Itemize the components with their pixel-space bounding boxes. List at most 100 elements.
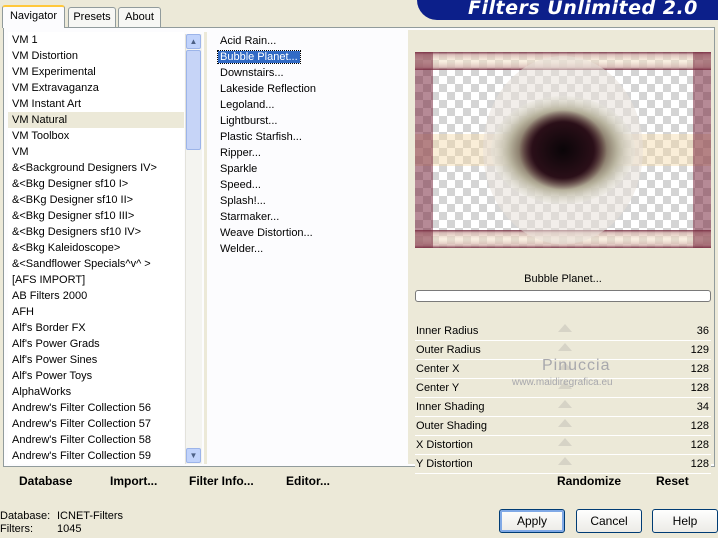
filter-item-label: Splash!...: [220, 195, 266, 207]
filter-item[interactable]: Lightburst...: [216, 113, 406, 129]
filter-item-label: Bubble Planet...: [217, 50, 301, 64]
category-item[interactable]: Alf's Power Sines: [8, 352, 184, 368]
filter-item-label: Weave Distortion...: [220, 227, 313, 239]
category-item[interactable]: AFH: [8, 304, 184, 320]
category-item[interactable]: VM Extravaganza: [8, 80, 184, 96]
filter-item[interactable]: Legoland...: [216, 97, 406, 113]
param-value: 128: [690, 439, 709, 451]
category-item[interactable]: &<Bkg Kaleidoscope>: [8, 240, 184, 256]
param-slider[interactable]: Inner Radius 36: [415, 322, 711, 341]
category-item[interactable]: Andrew's Filter Collection 59: [8, 448, 184, 464]
filter-list[interactable]: Acid Rain... Bubble Planet... Downstairs..…: [216, 33, 406, 463]
category-item[interactable]: VM Distortion: [8, 48, 184, 64]
category-item[interactable]: &<Bkg Designer sf10 III>: [8, 208, 184, 224]
filter-item[interactable]: Splash!...: [216, 193, 406, 209]
slider-marker-icon: [558, 419, 572, 427]
filters-count: 1045: [57, 523, 82, 535]
category-scrollbar[interactable]: ▲ ▼: [185, 34, 202, 464]
tab-navigator[interactable]: Navigator: [2, 5, 65, 28]
category-item[interactable]: VM Experimental: [8, 64, 184, 80]
filter-item-label: Lakeside Reflection: [220, 83, 317, 95]
filter-item[interactable]: Welder...: [216, 241, 406, 257]
category-item[interactable]: Andrew's Filter Collection 58: [8, 432, 184, 448]
param-value: 36: [696, 325, 709, 337]
category-item[interactable]: &<Bkg Designers sf10 IV>: [8, 224, 184, 240]
category-item[interactable]: AlphaWorks: [8, 384, 184, 400]
category-item[interactable]: AB Filters 2000: [8, 288, 184, 304]
category-item[interactable]: VM: [8, 144, 184, 160]
tab-presets[interactable]: Presets: [68, 7, 116, 27]
database-label: Database:: [0, 510, 51, 522]
progress-bar: [415, 290, 711, 302]
category-item[interactable]: &<Bkg Designer sf10 I>: [8, 176, 184, 192]
category-item[interactable]: VM Natural: [8, 112, 184, 128]
parameter-list[interactable]: Inner Radius 36 Outer Radius 129 Center X 128…: [415, 322, 711, 474]
category-item[interactable]: VM Toolbox: [8, 128, 184, 144]
param-label: Inner Radius: [416, 325, 479, 337]
filter-item[interactable]: Sparkle: [216, 161, 406, 177]
slider-marker-icon: [558, 438, 572, 446]
reset-button[interactable]: Reset: [656, 471, 689, 491]
category-item[interactable]: Alf's Power Toys: [8, 368, 184, 384]
category-item[interactable]: Alf's Border FX: [8, 320, 184, 336]
param-slider[interactable]: Outer Shading 128: [415, 417, 711, 436]
filter-item-label: Downstairs...: [220, 67, 284, 79]
param-value: 34: [696, 401, 709, 413]
category-item[interactable]: &<Background Designers IV>: [8, 160, 184, 176]
app-title: Filters Unlimited 2.0: [468, 0, 698, 19]
editor-button[interactable]: Editor...: [286, 471, 330, 491]
category-item[interactable]: Andrew's Filter Collection 57: [8, 416, 184, 432]
filter-item[interactable]: Bubble Planet...: [216, 49, 406, 65]
filter-item[interactable]: Plastic Starfish...: [216, 129, 406, 145]
category-item[interactable]: [AFS IMPORT]: [8, 272, 184, 288]
cancel-button[interactable]: Cancel: [576, 509, 642, 533]
filter-item-label: Ripper...: [220, 147, 261, 159]
filter-item[interactable]: Starmaker...: [216, 209, 406, 225]
import-button[interactable]: Import...: [110, 471, 157, 491]
database-button[interactable]: Database: [19, 471, 72, 491]
filter-item[interactable]: Lakeside Reflection: [216, 81, 406, 97]
category-item[interactable]: Andrew's Filter Collection 56: [8, 400, 184, 416]
category-item[interactable]: &<BKg Designer sf10 II>: [8, 192, 184, 208]
bubble-planet-preview: [415, 52, 711, 248]
param-slider[interactable]: Inner Shading 34: [415, 398, 711, 417]
watermark-name: Pinuccia: [542, 357, 611, 374]
filter-item-label: Sparkle: [220, 163, 258, 175]
param-slider[interactable]: X Distortion 128: [415, 436, 711, 455]
param-value: 128: [690, 382, 709, 394]
category-item[interactable]: VM 1: [8, 32, 184, 48]
param-label: Y Distortion: [416, 458, 473, 470]
filter-info-button[interactable]: Filter Info...: [189, 471, 254, 491]
apply-button[interactable]: Apply: [499, 509, 565, 533]
database-value: ICNET-Filters: [57, 510, 123, 522]
filter-item[interactable]: Downstairs...: [216, 65, 406, 81]
filters-label: Filters:: [0, 523, 33, 535]
watermark-url: www.maidiregrafica.eu: [512, 377, 613, 388]
scroll-thumb[interactable]: [186, 50, 201, 150]
filter-item[interactable]: Acid Rain...: [216, 33, 406, 49]
scroll-up-icon[interactable]: ▲: [186, 34, 201, 49]
filter-item[interactable]: Speed...: [216, 177, 406, 193]
category-item[interactable]: &<Sandflower Specials^v^ >: [8, 256, 184, 272]
filter-item-label: Speed...: [220, 179, 261, 191]
tab-navigator-label: Navigator: [9, 10, 58, 22]
param-label: Outer Shading: [416, 420, 487, 432]
filter-item-label: Legoland...: [220, 99, 275, 111]
slider-marker-icon: [558, 324, 572, 332]
category-item[interactable]: VM Instant Art: [8, 96, 184, 112]
tab-about[interactable]: About: [118, 7, 161, 27]
randomize-button[interactable]: Randomize: [557, 471, 621, 491]
scroll-down-icon[interactable]: ▼: [186, 448, 201, 463]
slider-marker-icon: [558, 400, 572, 408]
help-button[interactable]: Help: [652, 509, 718, 533]
filter-item-label: Lightburst...: [220, 115, 278, 127]
filter-item[interactable]: Ripper...: [216, 145, 406, 161]
category-list[interactable]: VM 1 VM Distortion VM Experimental VM Extra…: [8, 32, 184, 464]
filter-item-label: Acid Rain...: [220, 35, 277, 47]
category-item[interactable]: Alf's Power Grads: [8, 336, 184, 352]
param-value: 128: [690, 363, 709, 375]
param-value: 129: [690, 344, 709, 356]
filter-item[interactable]: Weave Distortion...: [216, 225, 406, 241]
filter-item-label: Plastic Starfish...: [220, 131, 302, 143]
param-label: X Distortion: [416, 439, 473, 451]
